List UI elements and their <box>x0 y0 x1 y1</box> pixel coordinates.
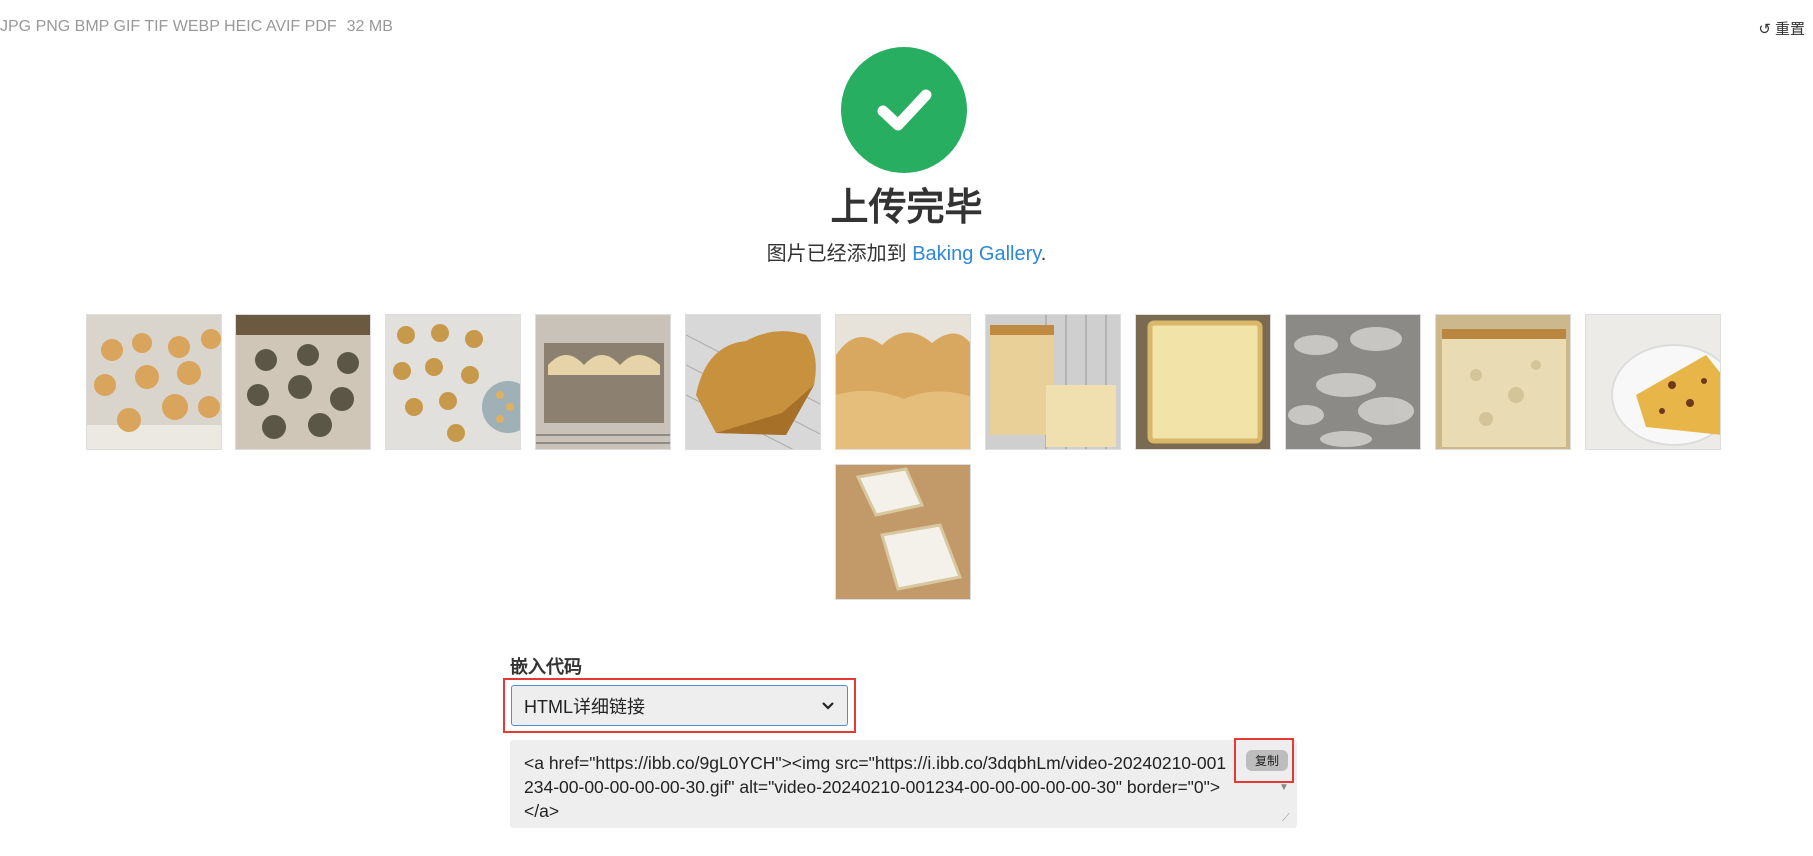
thumbnail-bread-slice-closeup[interactable] <box>1135 314 1271 450</box>
upload-subtitle: 图片已经添加到 Baking Gallery. <box>0 237 1813 266</box>
thumbnail-cake-on-plate[interactable] <box>1585 314 1721 450</box>
copy-button[interactable]: 复制 <box>1246 750 1288 771</box>
thumbnail-coated-dough-balls[interactable] <box>235 314 371 450</box>
copy-button-highlight: 复制 <box>1234 738 1294 783</box>
max-size-text: 32 MB <box>346 18 393 35</box>
embed-code-label: 嵌入代码 <box>510 657 582 677</box>
embed-format-select[interactable]: HTML详细链接 <box>511 685 848 726</box>
embed-code-textarea[interactable]: <a href="https://ibb.co/9gL0YCH"><img sr… <box>510 740 1297 828</box>
thumbnail-crumb-texture[interactable] <box>1285 314 1421 450</box>
allowed-formats: JPG PNG BMP GIF TIF WEBP HEIC AVIF PDF 3… <box>0 18 393 36</box>
subtitle-suffix: . <box>1040 243 1047 265</box>
success-check-icon <box>841 47 967 173</box>
embed-format-highlight: HTML详细链接 <box>503 678 856 733</box>
chevron-down-icon <box>821 695 835 716</box>
thumbnail-sliced-bread-on-rack[interactable] <box>985 314 1121 450</box>
subtitle-prefix: 图片已经添加到 <box>766 243 913 265</box>
thumbnail-bread-slices-on-board[interactable] <box>835 464 971 600</box>
thumbnail-dough-balls-tray[interactable] <box>86 314 222 450</box>
thumbnail-sesame-cookies-tray[interactable] <box>385 314 521 450</box>
thumbnail-golden-loaf-on-rack[interactable] <box>685 314 821 450</box>
scroll-down-icon[interactable]: ▼ <box>1279 782 1289 793</box>
reset-button[interactable]: ↺ 重置 <box>1758 18 1805 39</box>
reset-label: 重置 <box>1774 21 1805 38</box>
thumbnail-bread-in-loaf-pan[interactable] <box>535 314 671 450</box>
undo-icon: ↺ <box>1758 20 1771 38</box>
resize-handle-icon[interactable]: ⟋ <box>1282 812 1290 825</box>
page-title: 上传完毕 <box>830 187 983 229</box>
formats-text: JPG PNG BMP GIF TIF WEBP HEIC AVIF PDF <box>0 18 337 35</box>
embed-format-selected: HTML详细链接 <box>524 696 645 717</box>
upload-complete-page: JPG PNG BMP GIF TIF WEBP HEIC AVIF PDF 3… <box>0 0 1813 856</box>
thumbnail-bread-crumb-interior[interactable] <box>1435 314 1571 450</box>
album-link[interactable]: Baking Gallery <box>912 243 1041 265</box>
thumbnail-tall-loaf[interactable] <box>835 314 971 450</box>
